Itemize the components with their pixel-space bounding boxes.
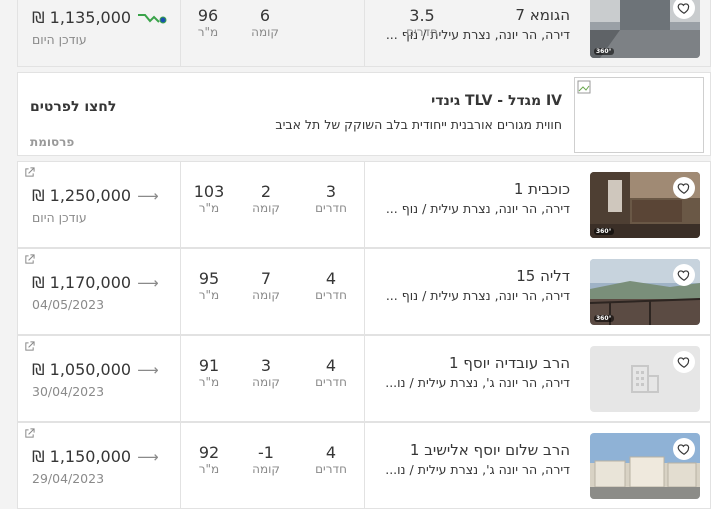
listing-street: דליה 15 bbox=[516, 267, 570, 285]
sqm-value: 96 bbox=[197, 6, 219, 25]
listing-street: כוכבית 1 bbox=[513, 180, 570, 198]
price-trend-arrow-icon: ⟶ bbox=[137, 273, 159, 292]
listing-street: הרב עובדיה יוסף 1 bbox=[448, 354, 570, 372]
listing-card[interactable]: 360° דליה 15 דירה, הר יונה, נצרת עילית /… bbox=[17, 248, 711, 335]
rooms-label: חדרים bbox=[315, 201, 347, 215]
sqm-label: מ"ר bbox=[197, 25, 219, 39]
rooms-label: חדרים bbox=[406, 25, 438, 39]
listing-card[interactable]: 360° הגומא 7 דירה, הר יונה, נצרת עילית /… bbox=[17, 0, 711, 67]
listing-card[interactable]: הרב שלום יוסף אלישיב 1 דירה, הר יונה ג',… bbox=[17, 422, 711, 509]
listing-subtitle: דירה, הר יונה, נצרת עילית / נוף ... bbox=[385, 27, 570, 42]
listing-subtitle: דירה, הר יונה, נצרת עילית / נוף ... bbox=[385, 201, 570, 216]
listing-card[interactable]: 360° כוכבית 1 דירה, הר יונה, נצרת עילית … bbox=[17, 161, 711, 248]
listing-image[interactable] bbox=[590, 346, 700, 412]
favorite-heart-icon[interactable] bbox=[673, 264, 695, 286]
external-link-icon[interactable] bbox=[24, 167, 35, 178]
floor-value: 6 bbox=[259, 6, 271, 25]
favorite-heart-icon[interactable] bbox=[673, 438, 695, 460]
rooms-value: 3 bbox=[325, 182, 337, 201]
rooms-value: 4 bbox=[325, 356, 337, 375]
external-link-icon[interactable] bbox=[24, 341, 35, 352]
favorite-heart-icon[interactable] bbox=[673, 177, 695, 199]
listing-card[interactable]: הרב עובדיה יוסף 1 דירה, הר יונה ג', נצרת… bbox=[17, 335, 711, 422]
ad-cta-button[interactable]: לחצו לפרטים bbox=[30, 99, 116, 115]
sponsored-ad[interactable]: גינדי TLV - מגדל IV חווית מגורים אורבנית… bbox=[17, 72, 711, 156]
listing-price: ₪ 1,050,000 bbox=[32, 360, 132, 379]
360-badge: 360° bbox=[594, 228, 614, 235]
floor-label: קומה bbox=[252, 375, 280, 389]
listing-date: 30/04/2023 bbox=[32, 384, 105, 399]
sponsored-label: פרסומת bbox=[30, 135, 75, 149]
floor-value: 3 bbox=[260, 356, 272, 375]
listing-date: 29/04/2023 bbox=[32, 471, 105, 486]
floor-value: 7 bbox=[260, 269, 272, 288]
rooms-label: חדרים bbox=[315, 375, 347, 389]
sqm-label: מ"ר bbox=[198, 288, 220, 302]
sqm-label: מ"ר bbox=[198, 462, 220, 476]
listing-image[interactable]: 360° bbox=[590, 172, 700, 238]
ad-image[interactable] bbox=[574, 77, 704, 153]
price-trend-arrow-icon: ⟶ bbox=[137, 360, 159, 379]
sqm-label: מ"ר bbox=[198, 201, 220, 215]
sqm-value: 92 bbox=[198, 443, 220, 462]
rooms-label: חדרים bbox=[315, 288, 347, 302]
listing-price: ₪ 1,135,000 bbox=[32, 8, 132, 27]
listing-image[interactable]: 360° bbox=[590, 259, 700, 325]
floor-label: קומה bbox=[251, 25, 279, 39]
rooms-value: 4 bbox=[325, 269, 337, 288]
listing-price: ₪ 1,250,000 bbox=[32, 186, 132, 205]
sqm-value: 91 bbox=[198, 356, 220, 375]
price-trend-arrow-icon: ⟶ bbox=[137, 186, 159, 205]
listing-subtitle: דירה, הר יונה ג', נצרת עילית / נו... bbox=[385, 375, 570, 390]
broken-image-icon bbox=[577, 80, 591, 94]
listing-image[interactable] bbox=[590, 433, 700, 499]
360-badge: 360° bbox=[594, 48, 614, 55]
listing-street: הרב שלום יוסף אלישיב 1 bbox=[409, 441, 570, 459]
listing-date: 04/05/2023 bbox=[32, 297, 105, 312]
listing-subtitle: דירה, הר יונה, נצרת עילית / נוף ... bbox=[385, 288, 570, 303]
rooms-label: חדרים bbox=[315, 462, 347, 476]
ad-description: חווית מגורים אורבנית ייחודית בלב השוקק ש… bbox=[275, 117, 562, 132]
floor-value: 2 bbox=[260, 182, 272, 201]
price-trend-arrow-icon: ⟶ bbox=[137, 447, 159, 466]
listing-date: עודכן היום bbox=[32, 210, 87, 225]
listing-date: עודכן היום bbox=[32, 32, 87, 47]
floor-label: קומה bbox=[252, 462, 280, 476]
sqm-value: 95 bbox=[198, 269, 220, 288]
listing-image[interactable]: 360° bbox=[590, 0, 700, 58]
external-link-icon[interactable] bbox=[24, 428, 35, 439]
floor-label: קומה bbox=[252, 288, 280, 302]
listing-subtitle: דירה, הר יונה ג', נצרת עילית / נו... bbox=[385, 462, 570, 477]
trend-down-icon bbox=[138, 13, 167, 23]
sqm-label: מ"ר bbox=[198, 375, 220, 389]
favorite-heart-icon[interactable] bbox=[673, 351, 695, 373]
360-badge: 360° bbox=[594, 315, 614, 322]
ad-title[interactable]: גינדי TLV - מגדל IV bbox=[431, 93, 562, 109]
listing-street: הגומא 7 bbox=[515, 6, 570, 24]
external-link-icon[interactable] bbox=[24, 254, 35, 265]
listing-price: ₪ 1,150,000 bbox=[32, 447, 132, 466]
sqm-value: 103 bbox=[193, 182, 225, 201]
floor-value: -1 bbox=[258, 443, 274, 462]
floor-label: קומה bbox=[252, 201, 280, 215]
rooms-value: 4 bbox=[325, 443, 337, 462]
listing-price: ₪ 1,170,000 bbox=[32, 273, 132, 292]
rooms-value: 3.5 bbox=[409, 6, 435, 25]
